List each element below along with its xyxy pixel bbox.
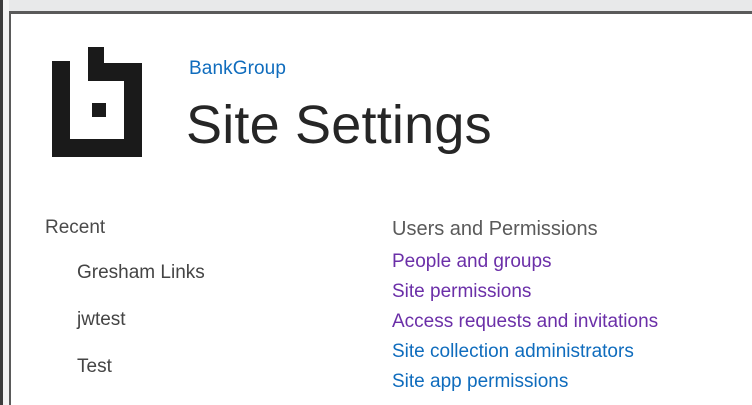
bookmark-b-logo-icon[interactable] — [52, 47, 142, 157]
page-title: Site Settings — [186, 95, 492, 155]
site-collection-administrators-link[interactable]: Site collection administrators — [392, 338, 658, 368]
site-app-permissions-link[interactable]: Site app permissions — [392, 368, 658, 398]
recent-list: Gresham Links jwtest Test — [77, 256, 205, 397]
site-name-link[interactable]: BankGroup — [189, 58, 286, 80]
access-requests-link[interactable]: Access requests and invitations — [392, 308, 658, 338]
recent-item-gresham-links[interactable]: Gresham Links — [77, 256, 205, 303]
site-permissions-link[interactable]: Site permissions — [392, 278, 658, 308]
recent-item-test[interactable]: Test — [77, 350, 205, 397]
recent-item-jwtest[interactable]: jwtest — [77, 303, 205, 350]
users-and-permissions-heading: Users and Permissions — [392, 218, 598, 240]
content-left-border — [9, 11, 11, 405]
users-and-permissions-links: People and groups Site permissions Acces… — [392, 248, 658, 398]
content-top-border — [9, 11, 752, 14]
recent-heading: Recent — [45, 217, 106, 238]
people-and-groups-link[interactable]: People and groups — [392, 248, 658, 278]
window-top-strip — [0, 0, 752, 11]
